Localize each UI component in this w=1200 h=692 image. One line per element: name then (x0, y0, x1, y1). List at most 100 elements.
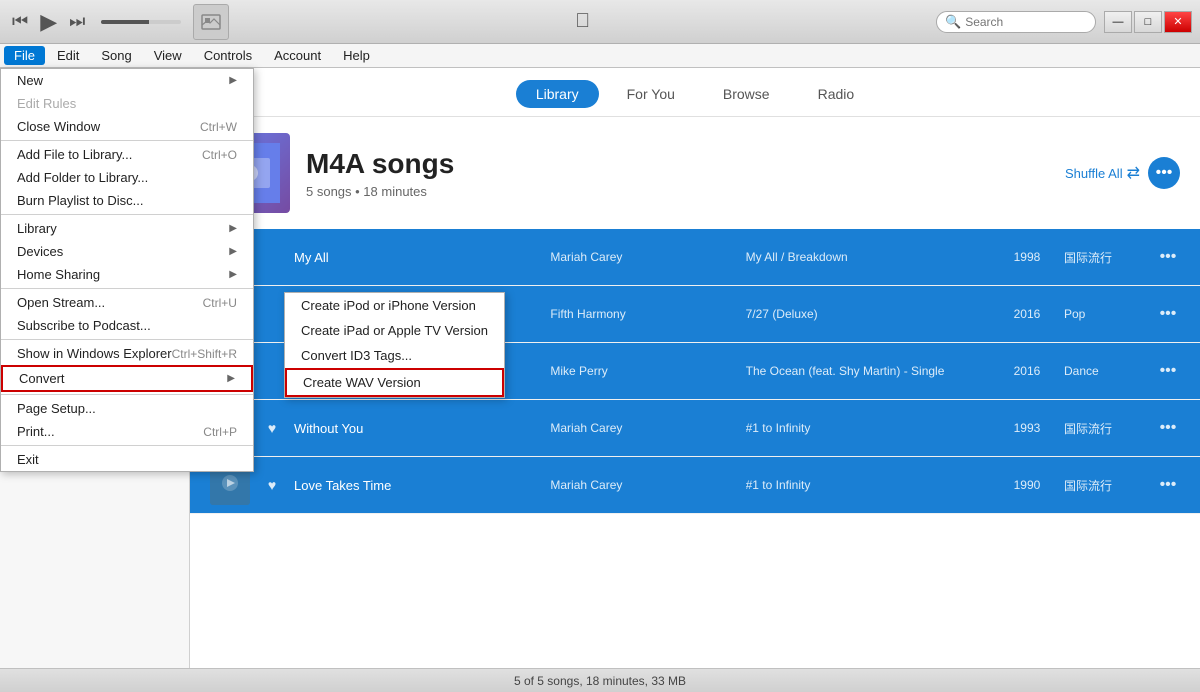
song-genre: 国际流行 (1064, 477, 1144, 494)
song-artist: Mariah Carey (550, 250, 733, 264)
song-artist: Fifth Harmony (550, 307, 733, 321)
menu-view[interactable]: View (144, 46, 192, 65)
song-album: My All / Breakdown (746, 250, 990, 264)
song-genre: 国际流行 (1064, 420, 1144, 437)
song-more-button[interactable]: ••• (1156, 305, 1180, 323)
song-name: Without You (294, 421, 538, 436)
menu-account[interactable]: Account (264, 46, 331, 65)
search-box[interactable]: 🔍 (936, 11, 1096, 33)
status-text: 5 of 5 songs, 18 minutes, 33 MB (514, 674, 686, 688)
menu-print[interactable]: Print...Ctrl+P (1, 420, 253, 443)
more-button[interactable]: ••• (1148, 157, 1180, 189)
window-controls: — □ ✕ (1104, 11, 1192, 33)
song-album: #1 to Infinity (746, 421, 990, 435)
sep4 (1, 339, 253, 340)
playlist-title: M4A songs (306, 148, 1049, 180)
song-year: 1993 (1002, 421, 1052, 435)
menu-help[interactable]: Help (333, 46, 380, 65)
convert-wav[interactable]: Create WAV Version (285, 368, 504, 397)
close-button[interactable]: ✕ (1164, 11, 1192, 33)
song-artist: Mariah Carey (550, 478, 733, 492)
menu-add-folder[interactable]: Add Folder to Library... (1, 166, 253, 189)
song-year: 1998 (1002, 250, 1052, 264)
menu-controls[interactable]: Controls (194, 46, 262, 65)
playlist-meta: 5 songs • 18 minutes (306, 184, 1049, 199)
shuffle-button[interactable]: Shuffle All ⇄ (1065, 163, 1140, 183)
top-nav: Library For You Browse Radio (190, 68, 1200, 117)
sep3 (1, 288, 253, 289)
file-dropdown: New▶ Edit Rules Close WindowCtrl+W Add F… (0, 68, 254, 472)
menu-show-explorer[interactable]: Show in Windows ExplorerCtrl+Shift+R (1, 342, 253, 365)
song-artist: Mike Perry (550, 364, 733, 378)
menu-close-window[interactable]: Close WindowCtrl+W (1, 115, 253, 138)
shuffle-icon: ⇄ (1127, 163, 1140, 183)
table-row[interactable]: ♥ Love Takes Time Mariah Carey #1 to Infini… (190, 457, 1200, 514)
song-genre: 国际流行 (1064, 249, 1144, 266)
song-more-button[interactable]: ••• (1156, 419, 1180, 437)
playlist-header: M4A songs 5 songs • 18 minutes Shuffle A… (190, 117, 1200, 229)
shuffle-label: Shuffle All (1065, 166, 1123, 181)
song-name: Love Takes Time (294, 478, 538, 493)
song-more-button[interactable]: ••• (1156, 362, 1180, 380)
menu-library[interactable]: Library▶ (1, 217, 253, 240)
menu-open-stream[interactable]: Open Stream...Ctrl+U (1, 291, 253, 314)
song-artist: Mariah Carey (550, 421, 733, 435)
playlist-info: M4A songs 5 songs • 18 minutes (306, 148, 1049, 199)
convert-id3[interactable]: Convert ID3 Tags... (285, 343, 504, 368)
transport-controls: ⏮ ▶ ⏭ (8, 7, 89, 37)
song-more-button[interactable]: ••• (1156, 248, 1180, 266)
menu-page-setup[interactable]: Page Setup... (1, 397, 253, 420)
table-row[interactable]: ♥ Without You Mariah Carey #1 to Infinity 19… (190, 400, 1200, 457)
tab-radio[interactable]: Radio (798, 80, 875, 108)
song-more-button[interactable]: ••• (1156, 476, 1180, 494)
song-year: 2016 (1002, 307, 1052, 321)
sep6 (1, 445, 253, 446)
sep1 (1, 140, 253, 141)
table-row[interactable]: My All Mariah Carey My All / Breakdown 1998… (190, 229, 1200, 286)
menu-new[interactable]: New▶ (1, 69, 253, 92)
menu-subscribe-podcast[interactable]: Subscribe to Podcast... (1, 314, 253, 337)
heart-icon[interactable]: ♥ (262, 420, 282, 436)
menu-devices[interactable]: Devices▶ (1, 240, 253, 263)
convert-submenu: Create iPod or iPhone Version Create iPa… (284, 292, 505, 398)
title-bar: ⏮ ▶ ⏭  🔍 — □ ✕ (0, 0, 1200, 44)
minimize-button[interactable]: — (1104, 11, 1132, 33)
sep5 (1, 394, 253, 395)
playlist-actions: Shuffle All ⇄ ••• (1065, 157, 1180, 189)
song-genre: Pop (1064, 307, 1144, 321)
menu-file[interactable]: File (4, 46, 45, 65)
search-icon: 🔍 (945, 14, 961, 30)
menu-song[interactable]: Song (91, 46, 141, 65)
convert-ipad[interactable]: Create iPad or Apple TV Version (285, 318, 504, 343)
song-album: #1 to Infinity (746, 478, 990, 492)
song-year: 2016 (1002, 364, 1052, 378)
song-year: 1990 (1002, 478, 1052, 492)
menu-home-sharing[interactable]: Home Sharing▶ (1, 263, 253, 286)
apple-logo:  (237, 10, 928, 33)
search-input[interactable] (965, 15, 1085, 29)
sep2 (1, 214, 253, 215)
tab-browse[interactable]: Browse (703, 80, 790, 108)
song-name: My All (294, 250, 538, 265)
menu-bar: File Edit Song View Controls Account Hel… (0, 44, 1200, 68)
menu-edit-rules: Edit Rules (1, 92, 253, 115)
heart-icon[interactable]: ♥ (262, 477, 282, 493)
menu-exit[interactable]: Exit (1, 448, 253, 471)
volume-slider[interactable] (101, 20, 181, 24)
menu-convert[interactable]: Convert▶ (1, 365, 253, 392)
convert-ipod[interactable]: Create iPod or iPhone Version (285, 293, 504, 318)
menu-edit[interactable]: Edit (47, 46, 89, 65)
artwork-button[interactable] (193, 4, 229, 40)
status-bar: 5 of 5 songs, 18 minutes, 33 MB (0, 668, 1200, 692)
next-button[interactable]: ⏭ (65, 9, 89, 34)
tab-library[interactable]: Library (516, 80, 599, 108)
menu-add-file[interactable]: Add File to Library...Ctrl+O (1, 143, 253, 166)
song-album: 7/27 (Deluxe) (746, 307, 990, 321)
menu-burn-playlist[interactable]: Burn Playlist to Disc... (1, 189, 253, 212)
song-album: The Ocean (feat. Shy Martin) - Single (746, 364, 990, 378)
prev-button[interactable]: ⏮ (8, 9, 32, 34)
maximize-button[interactable]: □ (1134, 11, 1162, 33)
tab-for-you[interactable]: For You (607, 80, 695, 108)
song-genre: Dance (1064, 364, 1144, 378)
play-button[interactable]: ▶ (36, 7, 61, 37)
